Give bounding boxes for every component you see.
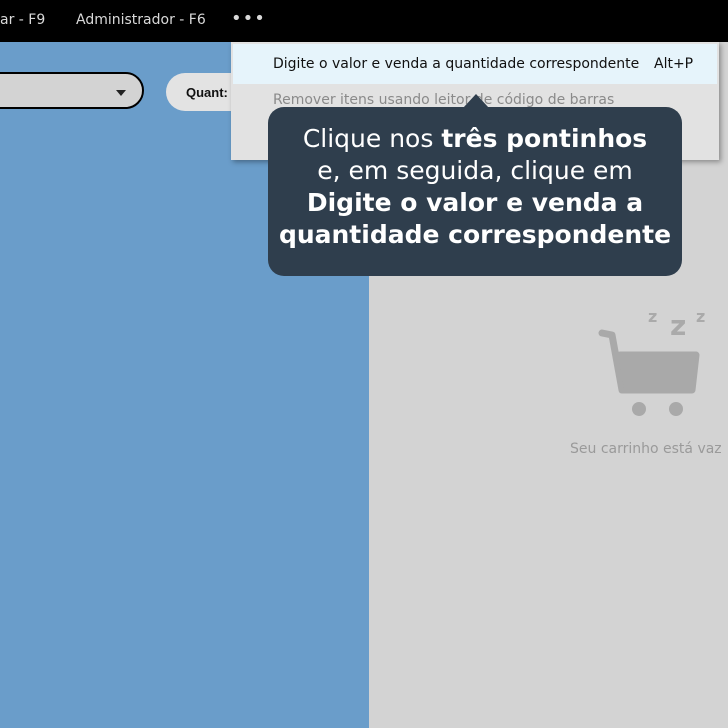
product-select[interactable] [0, 72, 144, 109]
chevron-down-icon [116, 90, 126, 96]
menu-item-remove-barcode[interactable]: Remover itens usando leitor de código de… [273, 92, 614, 108]
tooltip-line3-bold: Digite o valor e venda a [306, 188, 644, 217]
tooltip-arrow [463, 94, 489, 108]
menu-item-shortcut: Alt+P [654, 56, 694, 72]
sleep-z-large: z [670, 309, 686, 342]
sleep-z-small-2: z [696, 307, 705, 326]
more-options-button[interactable]: ••• [231, 8, 266, 29]
tooltip-text: Clique nos três pontinhos e, em seguida,… [268, 123, 682, 251]
tooltip-line2: e, em seguida, clique em [317, 156, 633, 185]
top-bar: ar - F9 Administrador - F6 ••• [0, 0, 728, 42]
empty-cart-icon: z z z [598, 307, 705, 416]
tooltip-line1-bold: três pontinhos [441, 124, 648, 153]
topbar-item-administrador[interactable]: Administrador - F6 [76, 12, 206, 28]
menu-item-enter-value[interactable]: Digite o valor e venda a quantidade corr… [233, 44, 717, 84]
instruction-tooltip: Clique nos três pontinhos e, em seguida,… [268, 94, 682, 276]
tooltip-line4-bold: quantidade correspondente [278, 220, 672, 249]
tooltip-line1-pre: Clique nos [302, 124, 442, 153]
empty-cart-message: Seu carrinho está vaz [570, 441, 722, 457]
sleep-z-small-1: z [648, 307, 657, 326]
menu-item-label: Digite o valor e venda a quantidade corr… [273, 56, 640, 72]
quantity-label: Quant: [186, 85, 228, 100]
topbar-item-f9[interactable]: ar - F9 [0, 12, 45, 28]
